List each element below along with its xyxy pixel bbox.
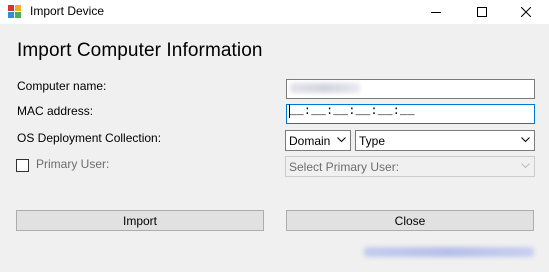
mac-address-mask: __:__:__:__:__:__ bbox=[289, 104, 415, 118]
form-heading: Import Computer Information bbox=[17, 40, 263, 61]
primary-user-placeholder: Select Primary User: bbox=[289, 160, 400, 174]
minimize-button[interactable] bbox=[413, 0, 459, 24]
maximize-button[interactable] bbox=[459, 0, 505, 24]
maximize-icon bbox=[477, 7, 487, 17]
chevron-down-icon bbox=[521, 137, 530, 143]
computer-name-label: Computer name: bbox=[17, 79, 107, 93]
close-button[interactable]: Close bbox=[286, 210, 534, 231]
chevron-down-icon bbox=[521, 163, 530, 169]
mac-address-label: MAC address: bbox=[17, 104, 94, 118]
redacted-footer-link bbox=[364, 247, 534, 257]
chevron-down-icon bbox=[337, 137, 346, 143]
minimize-icon bbox=[431, 12, 441, 13]
close-button-label: Close bbox=[394, 213, 426, 228]
domain-select[interactable]: Domain bbox=[285, 130, 351, 151]
primary-user-checkbox[interactable] bbox=[16, 159, 29, 172]
primary-user-select[interactable]: Select Primary User: bbox=[285, 156, 535, 177]
window-title: Import Device bbox=[30, 4, 105, 18]
close-window-button[interactable] bbox=[503, 0, 549, 24]
computer-name-redacted-value bbox=[290, 83, 360, 93]
import-button-label: Import bbox=[122, 213, 157, 228]
window-app-icon bbox=[8, 5, 21, 18]
title-bar: Import Device bbox=[0, 0, 549, 24]
primary-user-label: Primary User: bbox=[36, 157, 110, 171]
domain-select-value: Domain bbox=[289, 134, 331, 148]
os-deployment-label: OS Deployment Collection: bbox=[17, 131, 162, 145]
close-icon bbox=[521, 7, 531, 17]
text-caret bbox=[289, 104, 290, 118]
type-select[interactable]: Type bbox=[355, 130, 535, 151]
import-button[interactable]: Import bbox=[16, 210, 264, 231]
type-select-value: Type bbox=[359, 134, 386, 148]
